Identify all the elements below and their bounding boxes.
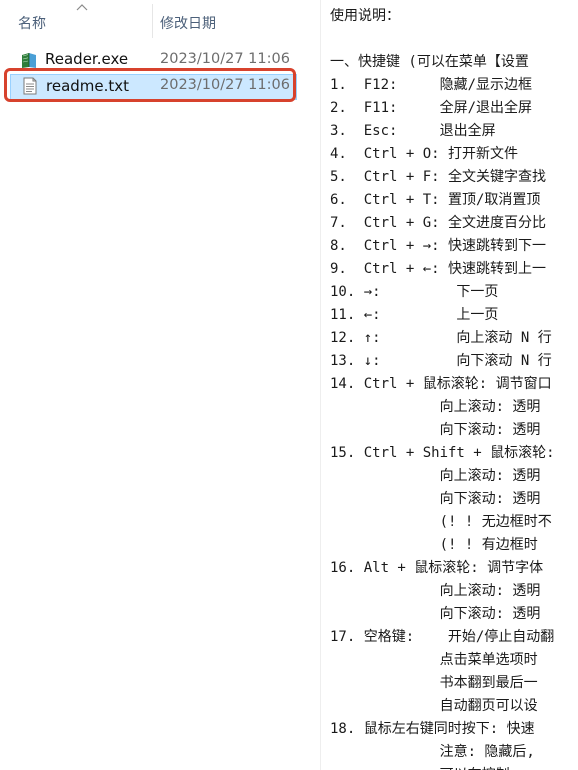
file-name: Reader.exe — [45, 50, 129, 68]
text-content: 使用说明： 一、快捷键 (可以在菜单【设置 1. F12: 隐藏/显示边框 2. F1… — [330, 5, 555, 770]
text-line: 1. F12: 隐藏/显示边框 — [330, 77, 533, 93]
text-line: 向下滚动: 透明 — [330, 606, 541, 622]
text-line: 自动翻页可以设 — [330, 698, 538, 714]
text-line: (! ! 无边框时不 — [330, 514, 552, 530]
text-line: 3. Esc: 退出全屏 — [330, 123, 496, 139]
text-line: 向上滚动: 透明 — [330, 399, 541, 415]
text-line: 10. →: 下一页 — [330, 284, 499, 300]
text-line — [330, 28, 555, 51]
text-line: 4. Ctrl + O: 打开新文件 — [330, 146, 519, 162]
text-line: 6. Ctrl + T: 置顶/取消置顶 — [330, 192, 541, 208]
text-line: 14. Ctrl + 鼠标滚轮: 调节窗口 — [330, 376, 552, 392]
text-line: 7. Ctrl + G: 全文进度百分比 — [330, 215, 547, 231]
date-column-header[interactable]: 修改日期 — [160, 13, 216, 33]
column-divider[interactable] — [152, 4, 153, 38]
text-line: 11. ←: 上一页 — [330, 307, 499, 323]
text-line: 使用说明： — [330, 8, 400, 24]
text-line: 13. ↓: 向下滚动 N 行 — [330, 353, 552, 369]
text-line: 向下滚动: 透明 — [330, 491, 541, 507]
text-line: 17. 空格键: 开始/停止自动翻 — [330, 629, 555, 645]
text-line: 5. Ctrl + F: 全文关键字查找 — [330, 169, 547, 185]
text-line: 向上滚动: 透明 — [330, 468, 541, 484]
text-line: 12. ↑: 向上滚动 N 行 — [330, 330, 552, 346]
reader-exe-icon — [22, 53, 36, 68]
text-line: 向下滚动: 透明 — [330, 422, 541, 438]
annotation-highlight-box — [4, 68, 296, 102]
text-line: 书本翻到最后一 — [330, 675, 538, 691]
text-line: 15. Ctrl + Shift + 鼠标滚轮: — [330, 445, 555, 461]
readme-text-preview[interactable]: 使用说明： 一、快捷键 (可以在菜单【设置 1. F12: 隐藏/显示边框 2. F1… — [321, 0, 578, 770]
file-modified-date: 2023/10/27 11:06 — [160, 51, 290, 67]
name-column-header[interactable]: 名称 — [18, 13, 46, 33]
text-line: 9. Ctrl + ←: 快速跳转到上一 — [330, 261, 547, 277]
text-line: 向上滚动: 透明 — [330, 583, 541, 599]
text-line: 16. Alt + 鼠标滚轮: 调节字体 — [330, 560, 544, 576]
text-line: 8. Ctrl + →: 快速跳转到下一 — [330, 238, 547, 254]
chevron-up-icon[interactable] — [76, 3, 88, 11]
text-line: 注意: 隐藏后, — [330, 744, 535, 760]
file-explorer-pane: 名称 修改日期 Reader.exe 2023/10/27 11:06 read… — [0, 0, 321, 770]
text-line: 一、快捷键 (可以在菜单【设置 — [330, 54, 529, 70]
text-line: 2. F11: 全屏/退出全屏 — [330, 100, 533, 116]
text-line: 18. 鼠标左右键同时按下: 快速 — [330, 721, 535, 737]
text-line: 点击菜单选项时 — [330, 652, 538, 668]
text-line: 可以在控制 — [330, 764, 555, 770]
text-line: (! ! 有边框时 — [330, 537, 538, 553]
